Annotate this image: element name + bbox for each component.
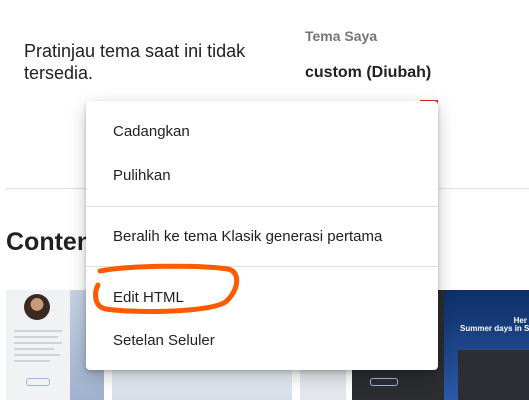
thumbnail-button bbox=[370, 378, 398, 386]
theme-thumbnail-plain[interactable] bbox=[300, 370, 346, 400]
my-theme-label: Tema Saya bbox=[305, 28, 378, 44]
thumbnail-button bbox=[26, 378, 50, 386]
thumbnail-text-line bbox=[14, 342, 62, 344]
thumbnail-text-line bbox=[14, 336, 58, 338]
preview-unavailable-message: Pratinjau tema saat ini tidak tersedia. bbox=[24, 41, 246, 83]
menu-item-backup[interactable]: Cadangkan bbox=[86, 107, 438, 155]
menu-divider bbox=[86, 206, 438, 207]
thumbnail-text-line bbox=[14, 348, 54, 350]
theme-thumbnail-landscape[interactable] bbox=[112, 370, 292, 400]
theme-actions-menu: Cadangkan Pulihkan Beralih ke tema Klasi… bbox=[86, 101, 438, 370]
thumbnail-card bbox=[458, 350, 529, 400]
menu-item-mobile-settings[interactable]: Setelan Seluler bbox=[86, 316, 438, 364]
menu-item-switch-classic-theme[interactable]: Beralih ke tema Klasik generasi pertama bbox=[86, 212, 438, 260]
avatar bbox=[24, 294, 50, 320]
current-theme-name: custom (Diubah) bbox=[305, 64, 432, 81]
menu-item-restore[interactable]: Pulihkan bbox=[86, 151, 438, 199]
menu-divider bbox=[86, 266, 438, 267]
thumbnail-text-line bbox=[14, 330, 62, 332]
thumbnail-text-line bbox=[14, 360, 50, 362]
section-title: Conten bbox=[6, 228, 93, 256]
thumbnail-text-line bbox=[14, 354, 60, 356]
thumbnail-post-title: Summer days in Santorini bbox=[460, 324, 529, 333]
menu-item-edit-html[interactable]: Edit HTML bbox=[86, 273, 438, 321]
